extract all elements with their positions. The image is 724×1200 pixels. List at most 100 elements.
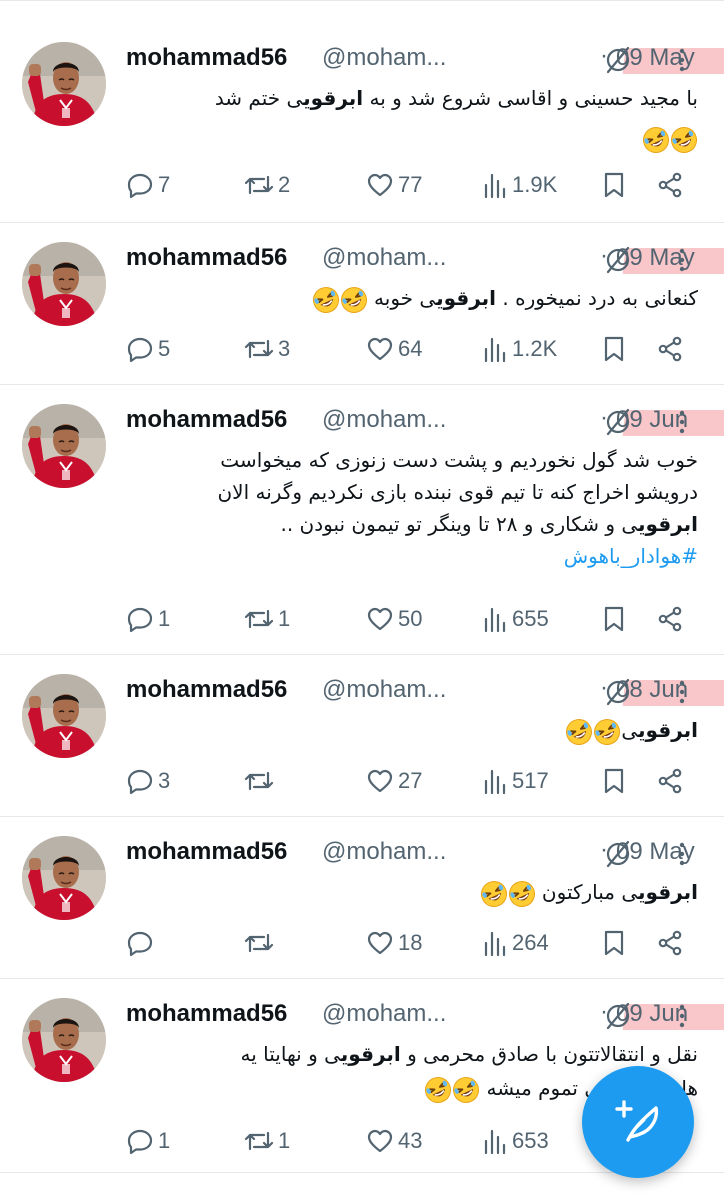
display-name[interactable]: mohammad56 — [126, 676, 287, 704]
display-name[interactable]: mohammad56 — [126, 44, 287, 72]
bookmark-button[interactable] — [602, 168, 626, 202]
views-button[interactable]: 653 — [482, 1124, 549, 1158]
tweet[interactable]: mohammad56 @moham... · 09 May ابرقویی مبارکت… — [0, 816, 724, 966]
like-button[interactable]: 43 — [366, 1124, 422, 1158]
repost-button[interactable]: 1 — [244, 1124, 290, 1158]
tweet[interactable]: mohammad56 @moham... · 08 Jun ابرقویی 3 27 517 — [0, 654, 724, 804]
avatar[interactable] — [22, 674, 106, 758]
avatar[interactable] — [22, 998, 106, 1082]
reply-button[interactable]: 7 — [126, 168, 170, 202]
rolling-laughing-emoji — [565, 718, 593, 746]
reply-button[interactable]: 5 — [126, 332, 170, 366]
like-button[interactable]: 50 — [366, 602, 422, 636]
tweet[interactable]: mohammad56 @moham... · 09 May با مجید حسینی … — [0, 22, 724, 208]
share-icon — [658, 606, 682, 632]
reply-button[interactable]: 3 — [126, 764, 170, 798]
user-handle[interactable]: @moham... — [322, 406, 446, 434]
more-vertical-icon[interactable] — [672, 46, 692, 74]
user-handle[interactable]: @moham... — [322, 44, 446, 72]
share-button[interactable] — [656, 926, 684, 960]
bookmark-icon — [604, 930, 624, 956]
user-handle[interactable]: @moham... — [322, 838, 446, 866]
like-button[interactable]: 64 — [366, 332, 422, 366]
user-handle[interactable]: @moham... — [322, 676, 446, 704]
share-button[interactable] — [656, 764, 684, 798]
reply-icon — [127, 1129, 153, 1155]
avatar[interactable] — [22, 242, 106, 326]
more-vertical-icon[interactable] — [672, 1002, 692, 1030]
reply-button[interactable]: 1 — [126, 602, 170, 636]
tweet-text: کنعانی به درد نمیخوره . ابرقویی خوبه — [138, 282, 698, 316]
repost-button[interactable]: 1 — [244, 602, 290, 636]
display-name[interactable]: mohammad56 — [126, 1000, 287, 1028]
tweet[interactable]: mohammad56 @moham... · 09 May کنعانی به درد … — [0, 222, 724, 372]
views-button[interactable]: 655 — [482, 602, 549, 636]
text-line: ابرقویی مبارکتون — [138, 876, 698, 910]
display-name[interactable]: mohammad56 — [126, 838, 287, 866]
share-button[interactable] — [656, 168, 684, 202]
repost-button[interactable] — [244, 764, 278, 798]
compose-button[interactable] — [582, 1066, 694, 1178]
share-button[interactable] — [656, 332, 684, 366]
repost-button[interactable] — [244, 926, 278, 960]
text-span: ی ختم شد — [214, 86, 304, 110]
slash-circle-icon[interactable] — [604, 408, 632, 436]
like-button[interactable]: 18 — [366, 926, 422, 960]
reply-button[interactable]: 1 — [126, 1124, 170, 1158]
tweet-text: ابرقویی مبارکتون — [138, 876, 698, 910]
more-vertical-icon — [679, 410, 685, 434]
tweet[interactable]: mohammad56 @moham... · 09 Jun خوب شد گول نخو… — [0, 384, 724, 642]
divider — [0, 222, 724, 223]
views-button[interactable]: 1.2K — [482, 332, 557, 366]
slash-circle-icon — [606, 46, 630, 74]
avatar[interactable] — [22, 42, 106, 126]
avatar-image — [22, 674, 106, 758]
likes-count: 18 — [398, 930, 423, 955]
like-button[interactable]: 77 — [366, 168, 422, 202]
rolling-laughing-emoji — [452, 1076, 480, 1104]
avatar[interactable] — [22, 836, 106, 920]
replies-count: 3 — [158, 768, 171, 793]
text-span: با مجید حسینی و اقاسی شروع شد و به — [363, 86, 698, 110]
avatar-image — [22, 242, 106, 326]
display-name[interactable]: mohammad56 — [126, 406, 287, 434]
rolling-laughing-emoji — [340, 286, 367, 313]
bookmark-button[interactable] — [602, 926, 626, 960]
rolling-laughing-emoji — [312, 286, 339, 313]
bookmark-button[interactable] — [602, 602, 626, 636]
bookmark-button[interactable] — [602, 332, 626, 366]
hashtag-link[interactable]: #هوادار_باهوش — [138, 540, 698, 572]
more-vertical-icon — [679, 842, 685, 866]
share-button[interactable] — [656, 602, 684, 636]
user-handle[interactable]: @moham... — [322, 244, 446, 272]
slash-circle-icon[interactable] — [604, 840, 632, 868]
views-button[interactable]: 517 — [482, 764, 549, 798]
more-vertical-icon[interactable] — [672, 408, 692, 436]
heart-icon — [367, 1129, 393, 1153]
more-vertical-icon[interactable] — [672, 246, 692, 274]
avatar[interactable] — [22, 404, 106, 488]
like-button[interactable]: 27 — [366, 764, 422, 798]
rolling-laughing-emoji — [480, 880, 508, 908]
reply-button[interactable] — [126, 926, 158, 960]
replies-count: 1 — [158, 606, 171, 631]
slash-circle-icon — [606, 408, 630, 436]
more-vertical-icon[interactable] — [672, 840, 692, 868]
action-bar: 7 2 77 1.9K — [0, 168, 724, 202]
slash-circle-icon[interactable] — [604, 46, 632, 74]
slash-circle-icon[interactable] — [604, 678, 632, 706]
more-vertical-icon[interactable] — [672, 678, 692, 706]
repost-button[interactable]: 2 — [244, 168, 290, 202]
repost-button[interactable]: 3 — [244, 332, 290, 366]
bookmark-button[interactable] — [602, 764, 626, 798]
views-button[interactable]: 264 — [482, 926, 549, 960]
slash-circle-icon — [606, 840, 630, 868]
rolling-laughing-emoji — [312, 286, 340, 314]
slash-circle-icon[interactable] — [604, 246, 632, 274]
views-button[interactable]: 1.9K — [482, 168, 557, 202]
text-span: خوب شد گول نخوردیم و پشت دست زنوزی که می… — [220, 448, 698, 472]
slash-circle-icon[interactable] — [604, 1002, 632, 1030]
text-line: نقل و انتقالاتتون با صادق محرمی و ابرقوی… — [138, 1038, 698, 1072]
display-name[interactable]: mohammad56 — [126, 244, 287, 272]
user-handle[interactable]: @moham... — [322, 1000, 446, 1028]
